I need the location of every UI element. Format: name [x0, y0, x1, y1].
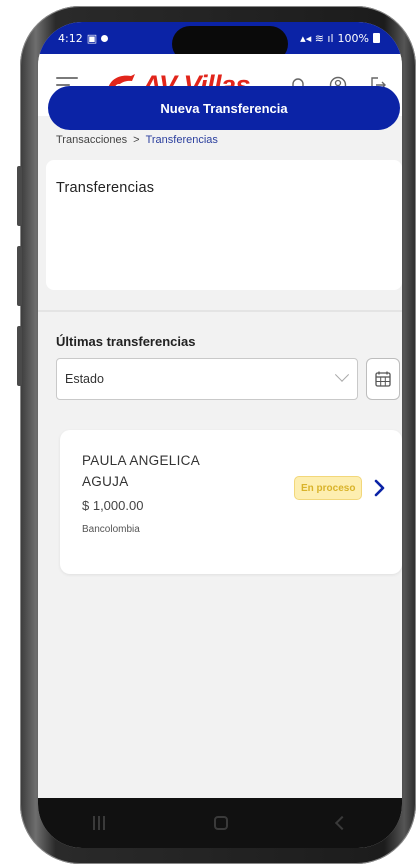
calendar-filter-button[interactable] — [366, 358, 400, 400]
transaction-card[interactable]: PAULA ANGELICA AGUJA $ 1,000.00 Bancolom… — [60, 430, 402, 574]
recent-transfers-title: Últimas transferencias — [56, 334, 196, 349]
battery-icon — [373, 33, 380, 43]
recents-icon[interactable] — [92, 816, 105, 830]
notification-dot-icon — [101, 34, 109, 42]
transaction-recipient: PAULA ANGELICA AGUJA — [82, 453, 200, 489]
app-screen: 4:12 ▣ ▴◂ ≋ ıl 100% AV Villas Transaccio… — [38, 22, 402, 848]
status-badge: En proceso — [294, 476, 363, 500]
breadcrumb-separator: > — [133, 134, 140, 146]
transaction-amount: $ 1,000.00 — [82, 498, 144, 513]
signal-icon: ▴◂ ≋ ıl — [300, 31, 334, 45]
status-filter-value: Estado — [65, 372, 104, 386]
status-right: ▴◂ ≋ ıl 100% — [300, 32, 380, 45]
phone-side-button — [17, 326, 22, 386]
status-left: 4:12 ▣ — [58, 31, 109, 45]
chevron-right-icon[interactable] — [372, 478, 388, 498]
battery-percentage: 100% — [337, 31, 369, 45]
transaction-bank: Bancolombia — [82, 524, 140, 535]
breadcrumb-parent[interactable]: Transacciones — [56, 134, 127, 146]
page-title: Transferencias — [56, 180, 155, 196]
new-transfer-button[interactable]: Nueva Transferencia — [48, 86, 400, 130]
calendar-icon — [375, 371, 391, 387]
phone-side-button — [17, 166, 22, 226]
home-icon[interactable] — [213, 816, 228, 830]
phone-side-button — [17, 246, 22, 306]
breadcrumb-current: Transferencias — [145, 134, 218, 146]
section-divider — [38, 310, 402, 312]
chevron-down-icon — [334, 367, 350, 382]
status-filter-select[interactable]: Estado — [56, 358, 358, 400]
back-icon[interactable] — [335, 815, 350, 831]
system-nav-bar — [38, 798, 402, 848]
breadcrumb: Transacciones > Transferencias — [56, 134, 218, 146]
notification-icon: ▣ — [86, 31, 98, 45]
status-time: 4:12 — [58, 31, 83, 45]
transfers-card: Transferencias — [46, 160, 402, 290]
